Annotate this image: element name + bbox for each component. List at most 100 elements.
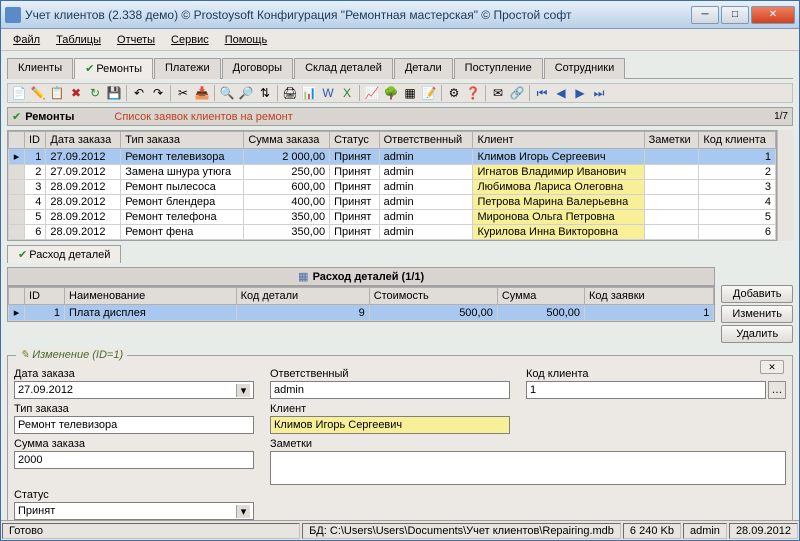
tb-link-icon[interactable]: 🔗 xyxy=(508,84,526,102)
tb-first-icon[interactable]: ⏮ xyxy=(533,84,551,102)
minimize-button[interactable]: ─ xyxy=(691,6,719,24)
subtab-detail-expense[interactable]: ✔Расход деталей xyxy=(7,245,121,263)
scrollbar[interactable] xyxy=(777,130,793,241)
table-row[interactable]: 227.09.2012Замена шнура утюга250,00Приня… xyxy=(9,165,776,180)
menubar: Файл Таблицы Отчеты Сервис Помощь xyxy=(1,29,799,51)
section-subtitle: Список заявок клиентов на ремонт xyxy=(114,111,292,123)
maximize-button[interactable]: □ xyxy=(721,6,749,24)
status-user: admin xyxy=(683,523,727,539)
table-row[interactable]: 628.09.2012Ремонт фена350,00ПринятadminК… xyxy=(9,225,776,240)
tb-excel-icon[interactable]: X xyxy=(338,84,356,102)
app-icon xyxy=(5,7,21,23)
detail-grid[interactable]: IDНаименованиеКод деталиСтоимостьСуммаКо… xyxy=(7,286,715,322)
menu-tables[interactable]: Таблицы xyxy=(48,32,109,48)
tab-contracts[interactable]: Договоры xyxy=(222,58,293,79)
status-size: 6 240 Kb xyxy=(623,523,681,539)
tb-print-icon[interactable]: 🖨 xyxy=(281,84,299,102)
chevron-down-icon[interactable]: ▾ xyxy=(236,505,250,518)
tab-repairs[interactable]: ✔Ремонты xyxy=(74,58,153,79)
subtab-label: Расход деталей xyxy=(29,249,110,261)
sum-input[interactable]: 2000 xyxy=(14,451,254,469)
pencil-icon: ✎ xyxy=(20,348,29,361)
add-button[interactable]: Добавить xyxy=(721,285,793,303)
tb-copy-icon[interactable]: 📋 xyxy=(48,84,66,102)
main-tabs: Клиенты ✔Ремонты Платежи Договоры Склад … xyxy=(7,57,793,79)
tb-export-icon[interactable]: 📊 xyxy=(300,84,318,102)
statusbar: Готово БД: C:\Users\Users\Documents\Учет… xyxy=(1,520,799,540)
toolbar: 📄 ✏️ 📋 ✖ ↻ 💾 ↶ ↷ ✂ 📥 🔍 🔎 ⇅ 🖨 📊 W X 📈 🌳 ▦ xyxy=(7,83,793,103)
menu-service[interactable]: Сервис xyxy=(163,32,217,48)
tab-stock[interactable]: Склад деталей xyxy=(294,58,393,79)
type-input[interactable]: Ремонт телевизора xyxy=(14,416,254,434)
edit-button[interactable]: Изменить xyxy=(721,305,793,323)
status-ready: Готово xyxy=(2,523,300,539)
client-input[interactable]: Климов Игорь Сергеевич xyxy=(270,416,510,434)
section-title: Ремонты xyxy=(25,111,74,123)
table-row[interactable]: 328.09.2012Ремонт пылесоса600,00Принятad… xyxy=(9,180,776,195)
check-icon: ✔ xyxy=(12,110,21,123)
tb-prev-icon[interactable]: ◀ xyxy=(552,84,570,102)
tb-settings-icon[interactable]: ⚙ xyxy=(445,84,463,102)
tb-save-icon[interactable]: 💾 xyxy=(105,84,123,102)
close-button[interactable]: ✕ xyxy=(751,6,795,24)
edit-close-button[interactable]: ✕ xyxy=(760,360,784,374)
tb-mail-icon[interactable]: ✉ xyxy=(489,84,507,102)
tb-last-icon[interactable]: ⏭ xyxy=(590,84,608,102)
tb-grid-icon[interactable]: ▦ xyxy=(401,84,419,102)
tb-new-icon[interactable]: 📄 xyxy=(10,84,28,102)
tb-paste-icon[interactable]: 📥 xyxy=(193,84,211,102)
label-client: Клиент xyxy=(270,403,510,415)
code-input[interactable]: 1 xyxy=(526,381,766,399)
edit-panel: ✎ Изменение (ID=1) ✕ Дата заказа 27.09.2… xyxy=(7,355,793,520)
tb-delete-icon[interactable]: ✖ xyxy=(67,84,85,102)
tab-payments[interactable]: Платежи xyxy=(154,58,221,79)
delete-button[interactable]: Удалить xyxy=(721,325,793,343)
main-grid[interactable]: IDДата заказаТип заказаСумма заказаСтату… xyxy=(7,130,777,241)
tb-filter-icon[interactable]: 🔍 xyxy=(218,84,236,102)
tab-income[interactable]: Поступление xyxy=(454,58,543,79)
table-row[interactable]: 428.09.2012Ремонт блендера400,00Принятad… xyxy=(9,195,776,210)
tb-edit-icon[interactable]: ✏️ xyxy=(29,84,47,102)
section-header: ✔ Ремонты Список заявок клиентов на ремо… xyxy=(7,107,793,126)
resp-input[interactable]: admin xyxy=(270,381,510,399)
tb-word-icon[interactable]: W xyxy=(319,84,337,102)
detail-header: ▦ Расход деталей (1/1) xyxy=(7,267,715,286)
label-notes: Заметки xyxy=(270,438,786,450)
table-row[interactable]: ▸127.09.2012Ремонт телевизора2 000,00При… xyxy=(9,149,776,165)
table-row[interactable]: ▸1Плата дисплея9500,00500,001 xyxy=(9,305,714,321)
tb-chart-icon[interactable]: 📈 xyxy=(363,84,381,102)
detail-icon: ▦ xyxy=(298,270,308,283)
tb-form-icon[interactable]: 📝 xyxy=(420,84,438,102)
notes-input[interactable] xyxy=(270,451,786,485)
tb-cut-icon[interactable]: ✂ xyxy=(174,84,192,102)
label-code: Код клиента xyxy=(526,368,786,380)
tb-help-icon[interactable]: ❓ xyxy=(464,84,482,102)
menu-help[interactable]: Помощь xyxy=(217,32,276,48)
label-type: Тип заказа xyxy=(14,403,254,415)
chevron-down-icon[interactable]: ▾ xyxy=(236,384,250,397)
menu-file[interactable]: Файл xyxy=(5,32,48,48)
status-db: БД: C:\Users\Users\Documents\Учет клиент… xyxy=(302,523,621,539)
titlebar: Учет клиентов (2.338 демо) © Prostoysoft… xyxy=(1,1,799,29)
tb-next-icon[interactable]: ▶ xyxy=(571,84,589,102)
menu-reports[interactable]: Отчеты xyxy=(109,32,163,48)
tab-staff[interactable]: Сотрудники xyxy=(544,58,626,79)
tb-find-icon[interactable]: 🔎 xyxy=(237,84,255,102)
tab-clients[interactable]: Клиенты xyxy=(7,58,73,79)
edit-panel-title: ✎ Изменение (ID=1) xyxy=(16,348,127,361)
table-row[interactable]: 528.09.2012Ремонт телефона350,00Принятad… xyxy=(9,210,776,225)
tb-sort-icon[interactable]: ⇅ xyxy=(256,84,274,102)
status-input[interactable]: Принят ▾ xyxy=(14,502,254,520)
tb-tree-icon[interactable]: 🌳 xyxy=(382,84,400,102)
section-counter: 1/7 xyxy=(774,111,788,122)
tb-refresh-icon[interactable]: ↻ xyxy=(86,84,104,102)
date-input[interactable]: 27.09.2012 ▾ xyxy=(14,381,254,399)
tab-details[interactable]: Детали xyxy=(394,58,453,79)
tb-redo-icon[interactable]: ↷ xyxy=(149,84,167,102)
detail-title: Расход деталей (1/1) xyxy=(313,271,425,283)
status-date: 28.09.2012 xyxy=(729,523,798,539)
tb-undo-icon[interactable]: ↶ xyxy=(130,84,148,102)
tab-repairs-label: Ремонты xyxy=(96,63,142,75)
code-lookup-button[interactable]: … xyxy=(768,381,786,399)
label-resp: Ответственный xyxy=(270,368,510,380)
